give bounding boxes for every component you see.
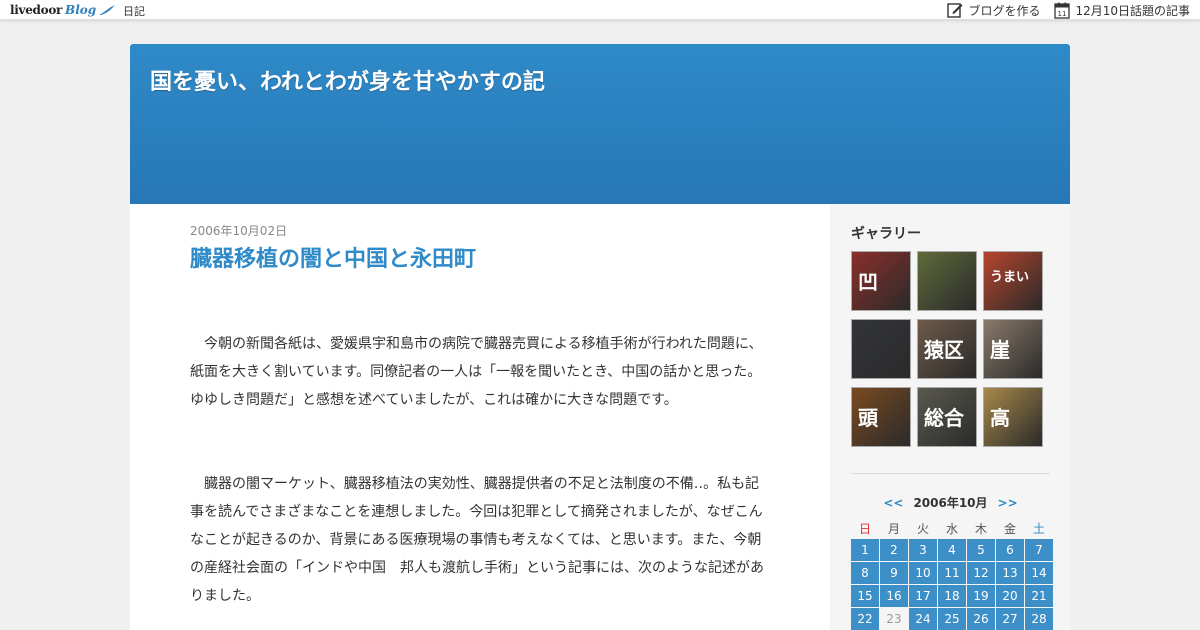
calendar-day[interactable]: 27	[996, 608, 1024, 630]
topic-articles-link[interactable]: 11 12月10日話題の記事	[1054, 2, 1190, 19]
post-paragraph: 臓器の闇マーケット、臓器移植法の実効性、臓器提供者の不足と法制度の不備‥。私も記…	[190, 476, 764, 604]
calendar-day[interactable]: 7	[1025, 539, 1053, 561]
topbar-right-links: ブログを作る 11 12月10日話題の記事	[933, 1, 1190, 19]
calendar-day[interactable]: 17	[909, 585, 937, 607]
post-date: 2006年10月02日	[190, 224, 288, 238]
edit-icon	[947, 3, 963, 18]
calendar-day[interactable]: 13	[996, 562, 1024, 584]
weekday-sat: 土	[1032, 522, 1045, 536]
post-body: 今朝の新聞各紙は、愛媛県宇和島市の病院で臓器売買による移植手術が行われた問題に、…	[190, 330, 768, 610]
top-navigation-bar: livedoor Blog 日記 ブログを作る 11 12月10日話題の記事	[0, 0, 1200, 20]
logo-main-text: livedoor	[10, 3, 63, 17]
gallery-heading: ギャラリー	[851, 226, 921, 242]
gallery-thumb-text: 頭	[858, 406, 878, 430]
gallery-thumb-text: うまい	[990, 270, 1030, 285]
topic-articles-label: 12月10日話題の記事	[1075, 3, 1190, 18]
create-blog-label: ブログを作る	[968, 3, 1041, 18]
logo-sub-text: Blog	[65, 3, 97, 17]
calendar-day[interactable]: 12	[967, 562, 995, 584]
calendar-next-month[interactable]: >>	[998, 496, 1018, 510]
sidebar: ギャラリー 凹 うまい猿区 崖頭 総合 高 << 2006年10月 >> 日 月 火 水…	[830, 204, 1070, 630]
calendar-day[interactable]: 15	[851, 585, 879, 607]
calendar-day[interactable]: 14	[1025, 562, 1053, 584]
gallery-thumb-6[interactable]: 崖	[983, 319, 1043, 379]
create-blog-link[interactable]: ブログを作る	[947, 2, 1040, 19]
post-title[interactable]: 臓器移植の闇と中国と永田町	[190, 241, 768, 273]
calendar-day[interactable]: 28	[1025, 608, 1053, 630]
gallery-thumb-1[interactable]: 凹	[851, 251, 911, 311]
gallery-thumb-4[interactable]	[851, 319, 911, 379]
calendar-day[interactable]: 3	[909, 539, 937, 561]
calendar-day[interactable]: 11	[938, 562, 966, 584]
calendar-day[interactable]: 4	[938, 539, 966, 561]
gallery-thumb-7[interactable]: 頭	[851, 387, 911, 447]
calendar-day[interactable]: 21	[1025, 585, 1053, 607]
weekday-sun: 日	[858, 522, 871, 536]
calendar-day[interactable]: 24	[909, 608, 937, 630]
calendar-day[interactable]: 22	[851, 608, 879, 630]
calendar-icon: 11	[1054, 2, 1071, 19]
gallery-thumb-text: 総合	[924, 406, 964, 430]
gallery-thumb-text: 崖	[990, 338, 1010, 362]
calendar-weekdays: 日 月 火 水 木 金 土	[851, 520, 1050, 538]
calendar-day[interactable]: 18	[938, 585, 966, 607]
post-paragraph: 今朝の新聞各紙は、愛媛県宇和島市の病院で臓器売買による移植手術が行われた問題に、…	[190, 336, 763, 408]
weekday-thu: 木	[974, 522, 987, 536]
main-content: 2006年10月02日 臓器移植の闇と中国と永田町 今朝の新聞各紙は、愛媛県宇和…	[190, 222, 768, 604]
livedoor-blog-logo[interactable]: livedoor Blog	[10, 2, 116, 18]
calendar-day[interactable]: 20	[996, 585, 1024, 607]
calendar-day[interactable]: 8	[851, 562, 879, 584]
gallery-thumb-5[interactable]: 猿区	[917, 319, 977, 379]
calendar-month-label: 2006年10月	[913, 496, 988, 510]
calendar-header: << 2006年10月 >>	[851, 494, 1050, 511]
blog-container: 国を憂い、われとわが身を甘やかすの記 2006年10月02日 臓器移植の闇と中国…	[130, 44, 1070, 630]
gallery-thumb-8[interactable]: 総合	[917, 387, 977, 447]
calendar-day[interactable]: 16	[880, 585, 908, 607]
weekday-wed: 水	[945, 522, 958, 536]
gallery-thumb-2[interactable]	[917, 251, 977, 311]
calendar-day[interactable]: 6	[996, 539, 1024, 561]
blog-header: 国を憂い、われとわが身を甘やかすの記	[130, 44, 1070, 204]
weekday-tue: 火	[916, 522, 929, 536]
gallery-grid: 凹 うまい猿区 崖頭 総合 高	[851, 251, 1045, 447]
gallery-thumb-3[interactable]: うまい	[983, 251, 1043, 311]
diary-link[interactable]: 日記	[123, 3, 145, 19]
sidebar-divider	[851, 473, 1050, 474]
calendar-day[interactable]: 25	[938, 608, 966, 630]
gallery-thumb-text: 猿区	[924, 338, 964, 362]
blog-title[interactable]: 国を憂い、われとわが身を甘やかすの記	[150, 64, 545, 96]
calendar-day: 23	[880, 608, 908, 630]
calendar-day[interactable]: 2	[880, 539, 908, 561]
calendar-day[interactable]: 1	[851, 539, 879, 561]
calendar-day[interactable]: 26	[967, 608, 995, 630]
calendar-day[interactable]: 5	[967, 539, 995, 561]
calendar-icon-number: 11	[1058, 10, 1067, 18]
calendar-day[interactable]: 19	[967, 585, 995, 607]
weekday-mon: 月	[887, 522, 900, 536]
calendar-grid: 1 2 3 4 5 6 7 8 9 10 11 12 13 14 15 16 17 18 19 20 21 22 23 24 2…	[851, 539, 1053, 630]
bird-icon	[99, 5, 116, 16]
calendar-day[interactable]: 10	[909, 562, 937, 584]
gallery-thumb-text: 凹	[858, 270, 878, 294]
calendar-day[interactable]: 9	[880, 562, 908, 584]
calendar-prev-month[interactable]: <<	[883, 496, 903, 510]
gallery-thumb-text: 高	[990, 406, 1010, 430]
gallery-thumb-9[interactable]: 高	[983, 387, 1043, 447]
weekday-fri: 金	[1003, 522, 1016, 536]
